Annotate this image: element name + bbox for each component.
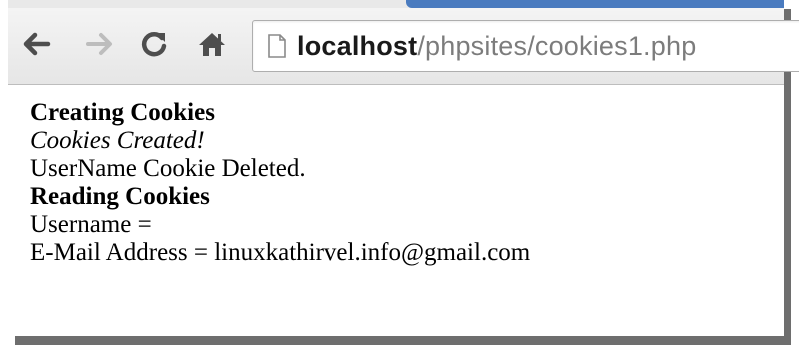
- forward-button[interactable]: [80, 22, 120, 66]
- page-content: Creating Cookies Cookies Created! UserNa…: [30, 99, 530, 267]
- reading-cookies-heading: Reading Cookies: [30, 183, 210, 210]
- page-icon: [268, 34, 286, 58]
- email-line: E-Mail Address = linuxkathirvel.info@gma…: [30, 239, 531, 266]
- url-host: localhost: [297, 31, 418, 61]
- address-bar[interactable]: localhost/phpsites/cookies1.php: [252, 20, 799, 72]
- url-path: /phpsites/cookies1.php: [417, 31, 697, 61]
- back-arrow-icon: [23, 32, 51, 56]
- browser-toolbar: localhost/phpsites/cookies1.php: [8, 8, 799, 85]
- home-icon: [199, 33, 225, 56]
- home-button[interactable]: [192, 22, 232, 66]
- url-text[interactable]: localhost/phpsites/cookies1.php: [297, 29, 696, 63]
- back-button[interactable]: [16, 22, 56, 66]
- active-tab-edge[interactable]: [406, 0, 784, 8]
- username-deleted-message: UserName Cookie Deleted.: [30, 155, 306, 182]
- reload-icon: [141, 32, 167, 57]
- cookies-created-message: Cookies Created!: [30, 127, 205, 154]
- forward-arrow-icon: [86, 33, 112, 55]
- username-line: Username =: [30, 211, 152, 238]
- reload-button[interactable]: [134, 22, 174, 66]
- creating-cookies-heading: Creating Cookies: [30, 99, 215, 126]
- browser-window: localhost/phpsites/cookies1.php Creating…: [8, 0, 799, 336]
